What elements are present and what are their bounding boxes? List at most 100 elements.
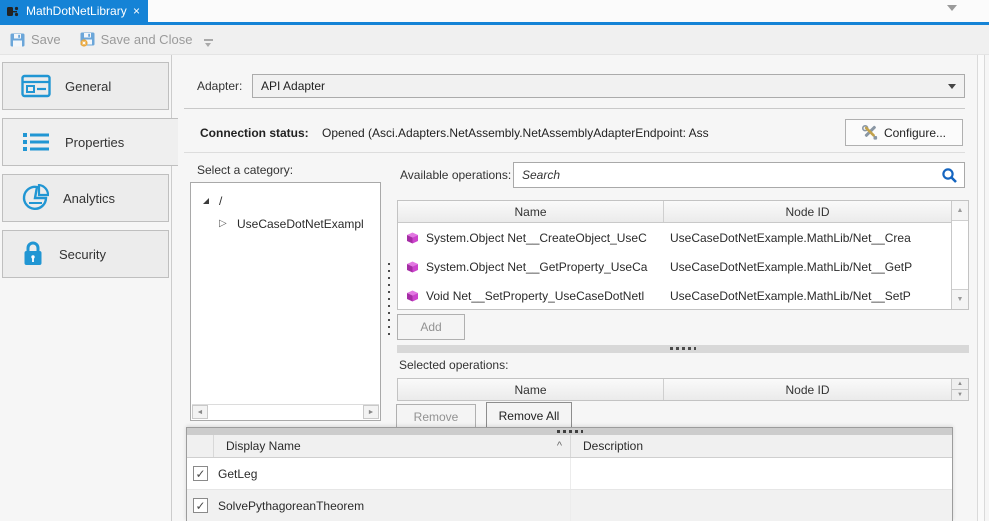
column-header-name[interactable]: Name — [398, 201, 664, 222]
sidebar-item-security[interactable]: Security — [2, 230, 169, 278]
method-icon — [406, 290, 419, 302]
page-scrollbar[interactable] — [977, 55, 985, 521]
save-and-close-label: Save and Close — [101, 32, 193, 47]
save-label: Save — [31, 32, 61, 47]
adapter-configuration-window: MathDotNetLibrary × Save Save and Close … — [0, 0, 989, 521]
chevron-down-icon — [948, 84, 956, 89]
available-operations-label: Available operations: — [400, 168, 511, 182]
search-icon[interactable] — [941, 167, 958, 184]
column-header-name[interactable]: Name — [398, 379, 664, 400]
operation-node-id: UseCaseDotNetExample.MathLib/Net__GetP — [658, 260, 951, 274]
method-icon — [406, 261, 419, 273]
separator — [184, 152, 965, 153]
sidebar-item-analytics[interactable]: Analytics — [2, 174, 169, 222]
operation-name: System.Object Net__GetProperty_UseCa — [426, 260, 647, 274]
tools-icon — [862, 125, 878, 141]
vertical-splitter[interactable] — [385, 183, 393, 421]
method-icon — [406, 232, 419, 244]
pie-chart-icon — [21, 184, 49, 212]
sidebar-item-properties[interactable]: Properties — [2, 118, 178, 166]
grid-row-getleg[interactable]: ✓ GetLeg — [187, 458, 952, 490]
operation-row[interactable]: System.Object Net__GetProperty_UseCa Use… — [398, 252, 951, 281]
operation-row[interactable]: System.Object Net__CreateObject_UseC Use… — [398, 223, 951, 252]
operation-node-id: UseCaseDotNetExample.MathLib/Net__Crea — [658, 231, 951, 245]
display-name-cell: SolvePythagoreanTheorem — [214, 490, 571, 521]
search-input[interactable] — [522, 168, 941, 182]
scrollbar-track[interactable] — [208, 405, 363, 419]
sort-ascending-icon: ^ — [557, 440, 562, 452]
adapter-label: Adapter: — [197, 79, 242, 93]
check-icon: ✓ — [195, 467, 205, 481]
grid-header: Display Name ^ Description — [187, 435, 952, 458]
save-icon — [10, 33, 25, 47]
scroll-left-icon[interactable]: ◄ — [192, 405, 208, 419]
tree-item-label: / — [219, 194, 222, 208]
scroll-down-icon[interactable]: ▼ — [952, 289, 968, 309]
column-header-description[interactable]: Description — [571, 435, 952, 457]
checkbox-column-header — [187, 435, 214, 457]
form-icon — [21, 74, 51, 98]
adapter-dropdown-value: API Adapter — [261, 79, 948, 93]
configure-label: Configure... — [884, 126, 946, 140]
connection-status-label: Connection status: — [200, 126, 309, 140]
adapter-dropdown[interactable]: API Adapter — [252, 74, 965, 98]
column-header-node-id[interactable]: Node ID — [664, 201, 951, 222]
operations-vertical-scrollbar[interactable]: ▲ ▼ — [951, 201, 968, 309]
sidebar-item-label: General — [65, 79, 111, 94]
remove-all-button[interactable]: Remove All — [486, 402, 572, 430]
save-button[interactable]: Save — [10, 32, 61, 47]
operation-details-panel: Display Name ^ Description ✓ GetLeg ✓ So… — [186, 427, 953, 521]
tab-title: MathDotNetLibrary — [26, 4, 127, 18]
toolbar-overflow-icon[interactable] — [204, 39, 213, 49]
tree-collapsed-icon[interactable]: ▷ — [219, 218, 229, 229]
sidebar-item-label: Analytics — [63, 191, 115, 206]
available-operations-table: Name Node ID System.Object Net__CreateOb… — [397, 200, 969, 310]
select-category-label: Select a category: — [197, 163, 293, 177]
tab-close-icon[interactable]: × — [133, 5, 140, 17]
configure-button[interactable]: Configure... — [845, 119, 963, 146]
connection-status-value: Opened (Asci.Adapters.NetAssembly.NetAss… — [322, 126, 709, 140]
category-tree: / ▷ UseCaseDotNetExampl ◄ ► — [190, 182, 381, 421]
separator — [184, 108, 965, 109]
tree-item-root[interactable]: / — [191, 189, 380, 212]
check-icon: ✓ — [195, 499, 205, 513]
scroll-up-icon[interactable]: ▲ — [952, 201, 968, 221]
operation-row[interactable]: Void Net__SetProperty_UseCaseDotNetl Use… — [398, 281, 951, 310]
table-header: Name Node ID — [398, 201, 951, 223]
row-checkbox[interactable]: ✓ — [193, 466, 208, 481]
tree-item-usecasedotnetexample[interactable]: ▷ UseCaseDotNetExampl — [191, 212, 380, 235]
scroll-up-icon[interactable]: ▲ — [952, 379, 968, 390]
horizontal-splitter[interactable] — [397, 345, 969, 353]
save-and-close-button[interactable]: Save and Close — [79, 32, 193, 47]
document-tab-mathdotnetlibrary[interactable]: MathDotNetLibrary × — [0, 0, 148, 22]
save-and-close-icon — [79, 32, 95, 47]
grid-row-solvepythagoreantheorem[interactable]: ✓ SolvePythagoreanTheorem — [187, 490, 952, 521]
operation-name: Void Net__SetProperty_UseCaseDotNetl — [426, 289, 644, 303]
assembly-icon — [6, 5, 20, 18]
scroll-right-icon[interactable]: ► — [363, 405, 379, 419]
lock-icon — [21, 240, 45, 268]
tree-item-label: UseCaseDotNetExampl — [237, 217, 364, 231]
toolbar: Save Save and Close — [0, 25, 989, 55]
row-checkbox[interactable]: ✓ — [193, 498, 208, 513]
list-icon — [21, 130, 51, 154]
column-header-node-id[interactable]: Node ID — [664, 379, 951, 400]
sidebar-item-general[interactable]: General — [2, 62, 169, 110]
scroll-down-icon[interactable]: ▼ — [952, 390, 968, 400]
operation-name: System.Object Net__CreateObject_UseC — [426, 231, 647, 245]
operation-node-id: UseCaseDotNetExample.MathLib/Net__SetP — [658, 289, 951, 303]
display-name-cell: GetLeg — [214, 458, 571, 489]
panel-splitter[interactable] — [187, 428, 952, 435]
operations-search — [513, 162, 965, 188]
selected-scrollbar[interactable]: ▲ ▼ — [951, 379, 968, 400]
selected-operations-label: Selected operations: — [399, 358, 508, 372]
column-header-display-name[interactable]: Display Name ^ — [214, 435, 571, 457]
add-button[interactable]: Add — [397, 314, 465, 340]
sidebar-item-label: Security — [59, 247, 106, 262]
sidebar-item-label: Properties — [65, 135, 124, 150]
tab-list-dropdown-icon[interactable] — [947, 5, 957, 11]
tree-expanded-icon[interactable] — [201, 196, 211, 206]
tree-horizontal-scrollbar[interactable]: ◄ ► — [192, 404, 379, 419]
document-tab-strip: MathDotNetLibrary × — [0, 0, 989, 22]
selected-operations-table-header: Name Node ID ▲ ▼ — [397, 378, 969, 401]
